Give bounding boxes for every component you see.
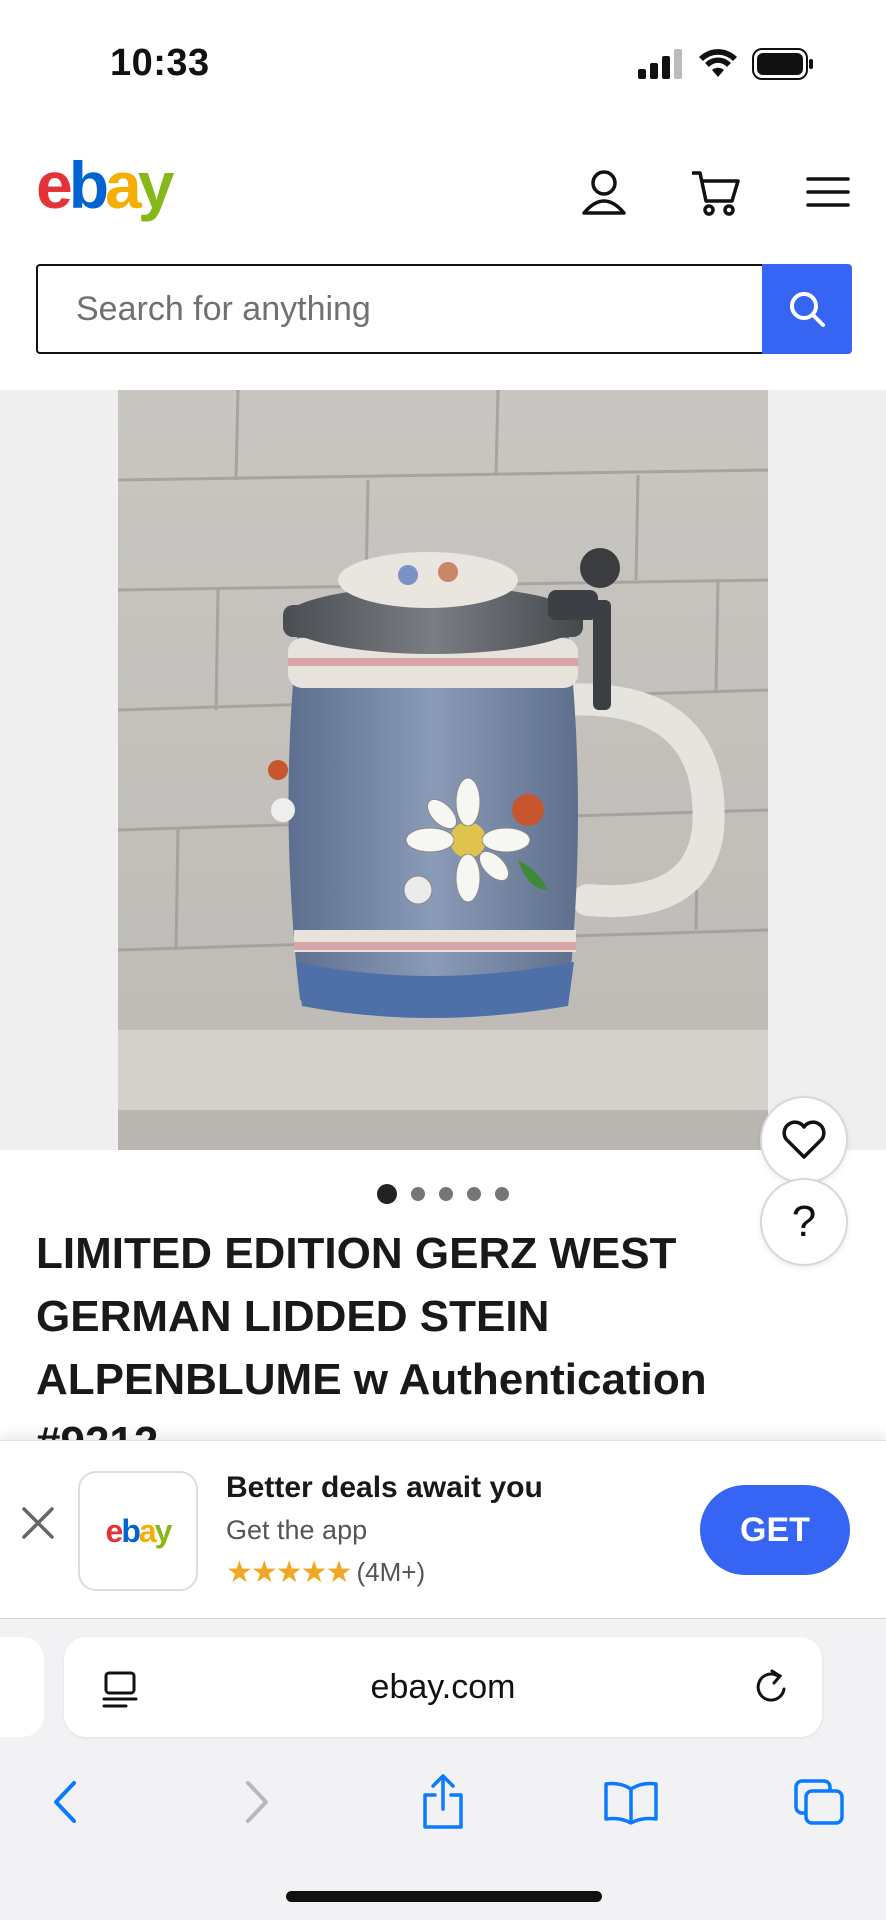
browser-toolbar: ebay.com — [0, 1618, 886, 1920]
pagination-dot[interactable] — [411, 1187, 425, 1201]
browser-nav — [0, 1767, 886, 1847]
address-bar[interactable]: ebay.com — [64, 1637, 822, 1737]
ebay-logo[interactable]: ebay — [36, 152, 174, 218]
menu-icon[interactable] — [800, 164, 856, 220]
bookmarks-icon[interactable] — [596, 1767, 666, 1837]
page-menu-icon[interactable] — [100, 1669, 140, 1709]
status-time: 10:33 — [110, 42, 210, 84]
previous-tab-peek[interactable] — [0, 1637, 44, 1737]
banner-title: Better deals await you — [226, 1471, 543, 1504]
search-button[interactable] — [762, 264, 852, 354]
get-app-button[interactable]: GET — [700, 1485, 850, 1575]
reload-icon[interactable] — [752, 1667, 792, 1707]
watch-button[interactable] — [760, 1096, 848, 1184]
search-icon — [790, 292, 825, 327]
star-rating-icon: ★★★★★ — [226, 1556, 352, 1589]
listing-title: LIMITED EDITION GERZ WEST GERMAN LIDDED … — [36, 1229, 707, 1442]
forward-icon[interactable] — [222, 1767, 292, 1837]
rating-count: (4M+) — [356, 1557, 426, 1587]
close-icon[interactable] — [18, 1503, 58, 1543]
search-bar — [36, 264, 852, 354]
app-rating: ★★★★★ (4M+) — [226, 1555, 425, 1590]
product-image[interactable] — [118, 390, 768, 1150]
status-icons — [638, 48, 814, 80]
search-input[interactable] — [36, 264, 762, 354]
pagination-dot[interactable] — [377, 1184, 397, 1204]
signal-icon — [638, 49, 682, 79]
app-install-banner: ebay Better deals await you Get the app … — [0, 1440, 886, 1618]
tabs-icon[interactable] — [784, 1767, 854, 1837]
heart-icon — [782, 1120, 826, 1159]
status-bar: 10:33 — [0, 0, 886, 120]
wifi-icon — [699, 49, 737, 77]
gallery-pagination — [0, 1184, 886, 1204]
back-icon[interactable] — [30, 1767, 100, 1837]
share-icon[interactable] — [408, 1767, 478, 1837]
url-text: ebay.com — [370, 1667, 516, 1706]
home-indicator — [286, 1891, 602, 1902]
site-header: ebay — [0, 120, 886, 260]
cart-icon[interactable] — [688, 164, 744, 220]
pagination-dot[interactable] — [495, 1187, 509, 1201]
user-icon[interactable] — [576, 164, 632, 220]
pagination-dot[interactable] — [467, 1187, 481, 1201]
battery-icon — [752, 48, 813, 80]
image-gallery[interactable]: ? — [0, 390, 886, 1266]
app-logo: ebay — [78, 1471, 198, 1591]
pagination-dot[interactable] — [439, 1187, 453, 1201]
banner-subtitle: Get the app — [226, 1515, 368, 1545]
